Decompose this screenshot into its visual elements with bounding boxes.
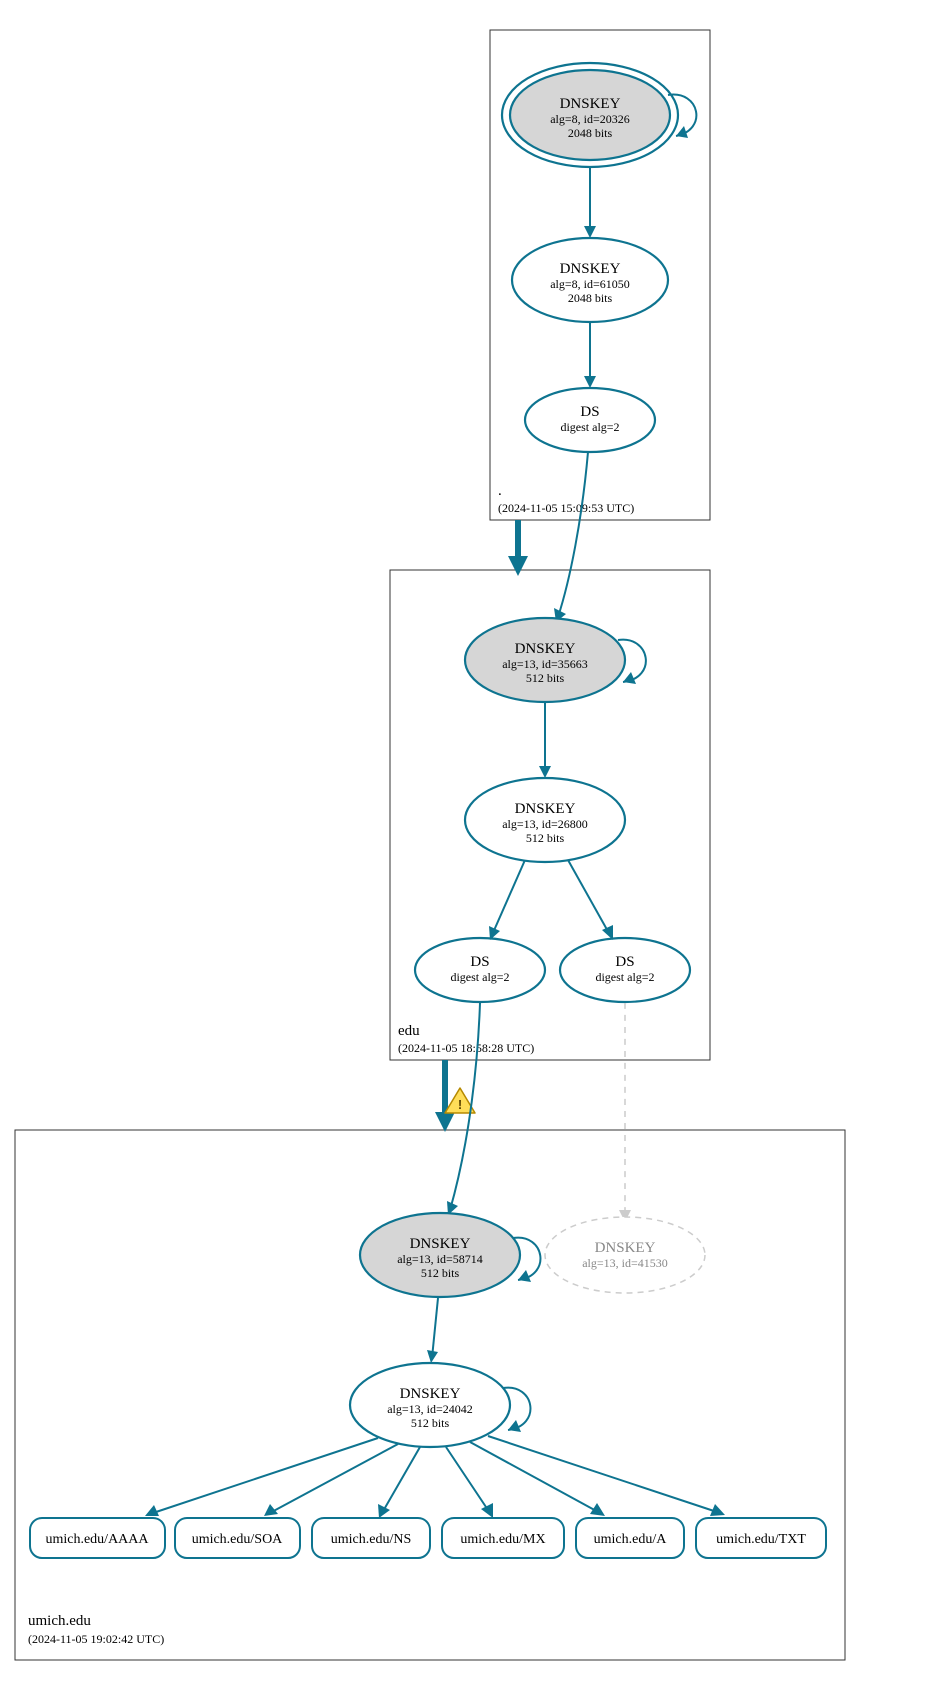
edu-zsk-node: DNSKEY alg=13, id=26800 512 bits bbox=[465, 778, 625, 862]
svg-text:DNSKEY: DNSKEY bbox=[560, 96, 621, 112]
dnssec-diagram: . (2024-11-05 15:09:53 UTC) DNSKEY alg=8… bbox=[0, 0, 943, 1690]
edge-umich-ksk-zsk bbox=[432, 1298, 438, 1358]
umich-ghost-dnskey-node: DNSKEY alg=13, id=41530 bbox=[545, 1217, 705, 1293]
edu-zone-timestamp: (2024-11-05 18:58:28 UTC) bbox=[398, 1041, 534, 1055]
rr-ns: umich.edu/NS bbox=[312, 1518, 430, 1558]
edge-zsk-mx bbox=[446, 1447, 490, 1513]
svg-text:umich.edu/A: umich.edu/A bbox=[594, 1532, 668, 1547]
svg-text:DS: DS bbox=[580, 404, 599, 420]
svg-text:umich.edu/NS: umich.edu/NS bbox=[331, 1532, 412, 1547]
root-zsk-node: DNSKEY alg=8, id=61050 2048 bits bbox=[512, 238, 668, 322]
svg-text:digest alg=2: digest alg=2 bbox=[595, 970, 654, 984]
edu-ds1-node: DS digest alg=2 bbox=[415, 938, 545, 1002]
svg-text:umich.edu/SOA: umich.edu/SOA bbox=[192, 1532, 283, 1547]
edge-edu-zsk-ds1 bbox=[492, 860, 525, 935]
svg-text:2048 bits: 2048 bits bbox=[568, 291, 613, 305]
edu-ds2-node: DS digest alg=2 bbox=[560, 938, 690, 1002]
svg-text:alg=13, id=35663: alg=13, id=35663 bbox=[502, 657, 588, 671]
root-zone-timestamp: (2024-11-05 15:09:53 UTC) bbox=[498, 501, 634, 515]
edge-zsk-ns bbox=[382, 1447, 420, 1513]
umich-zsk-node: DNSKEY alg=13, id=24042 512 bits bbox=[350, 1363, 510, 1447]
svg-text:512 bits: 512 bits bbox=[421, 1266, 460, 1280]
umich-zone-timestamp: (2024-11-05 19:02:42 UTC) bbox=[28, 1632, 164, 1646]
svg-text:2048 bits: 2048 bits bbox=[568, 126, 613, 140]
svg-text:512 bits: 512 bits bbox=[526, 671, 565, 685]
svg-text:DNSKEY: DNSKEY bbox=[560, 261, 621, 277]
edge-zsk-txt bbox=[488, 1436, 720, 1513]
svg-text:alg=13, id=41530: alg=13, id=41530 bbox=[582, 1256, 668, 1270]
svg-text:DNSKEY: DNSKEY bbox=[595, 1240, 656, 1256]
edge-root-ds-to-edu-ksk bbox=[558, 452, 588, 617]
rr-mx: umich.edu/MX bbox=[442, 1518, 564, 1558]
edu-zone-label: edu bbox=[398, 1023, 420, 1039]
svg-text:alg=8, id=61050: alg=8, id=61050 bbox=[550, 277, 630, 291]
umich-ksk-node: DNSKEY alg=13, id=58714 512 bits bbox=[360, 1213, 520, 1297]
svg-text:DS: DS bbox=[470, 954, 489, 970]
svg-text:DNSKEY: DNSKEY bbox=[400, 1386, 461, 1402]
svg-text:umich.edu/MX: umich.edu/MX bbox=[460, 1532, 545, 1547]
edge-zsk-aaaa bbox=[150, 1438, 378, 1514]
svg-text:digest alg=2: digest alg=2 bbox=[560, 420, 619, 434]
svg-text:DNSKEY: DNSKEY bbox=[515, 801, 576, 817]
svg-text:umich.edu/TXT: umich.edu/TXT bbox=[716, 1532, 806, 1547]
svg-text:DNSKEY: DNSKEY bbox=[515, 641, 576, 657]
rr-txt: umich.edu/TXT bbox=[696, 1518, 826, 1558]
svg-text:DS: DS bbox=[615, 954, 634, 970]
svg-text:DNSKEY: DNSKEY bbox=[410, 1236, 471, 1252]
svg-text:digest alg=2: digest alg=2 bbox=[450, 970, 509, 984]
umich-zone-label: umich.edu bbox=[28, 1613, 91, 1629]
rr-soa: umich.edu/SOA bbox=[175, 1518, 300, 1558]
svg-text:alg=13, id=26800: alg=13, id=26800 bbox=[502, 817, 588, 831]
root-zone-label: . bbox=[498, 483, 502, 499]
svg-text:alg=13, id=24042: alg=13, id=24042 bbox=[387, 1402, 473, 1416]
svg-text:alg=8, id=20326: alg=8, id=20326 bbox=[550, 112, 630, 126]
root-ksk-node: DNSKEY alg=8, id=20326 2048 bits bbox=[502, 63, 678, 167]
root-ds-node: DS digest alg=2 bbox=[525, 388, 655, 452]
svg-text:!: ! bbox=[458, 1097, 462, 1112]
svg-text:512 bits: 512 bits bbox=[411, 1416, 450, 1430]
edu-ksk-node: DNSKEY alg=13, id=35663 512 bits bbox=[465, 618, 625, 702]
rr-aaaa: umich.edu/AAAA bbox=[30, 1518, 165, 1558]
edge-zsk-soa bbox=[268, 1444, 398, 1514]
rr-a: umich.edu/A bbox=[576, 1518, 684, 1558]
edge-edu-zsk-ds2 bbox=[568, 860, 610, 935]
svg-text:512 bits: 512 bits bbox=[526, 831, 565, 845]
svg-text:alg=13, id=58714: alg=13, id=58714 bbox=[397, 1252, 483, 1266]
svg-text:umich.edu/AAAA: umich.edu/AAAA bbox=[45, 1532, 149, 1547]
